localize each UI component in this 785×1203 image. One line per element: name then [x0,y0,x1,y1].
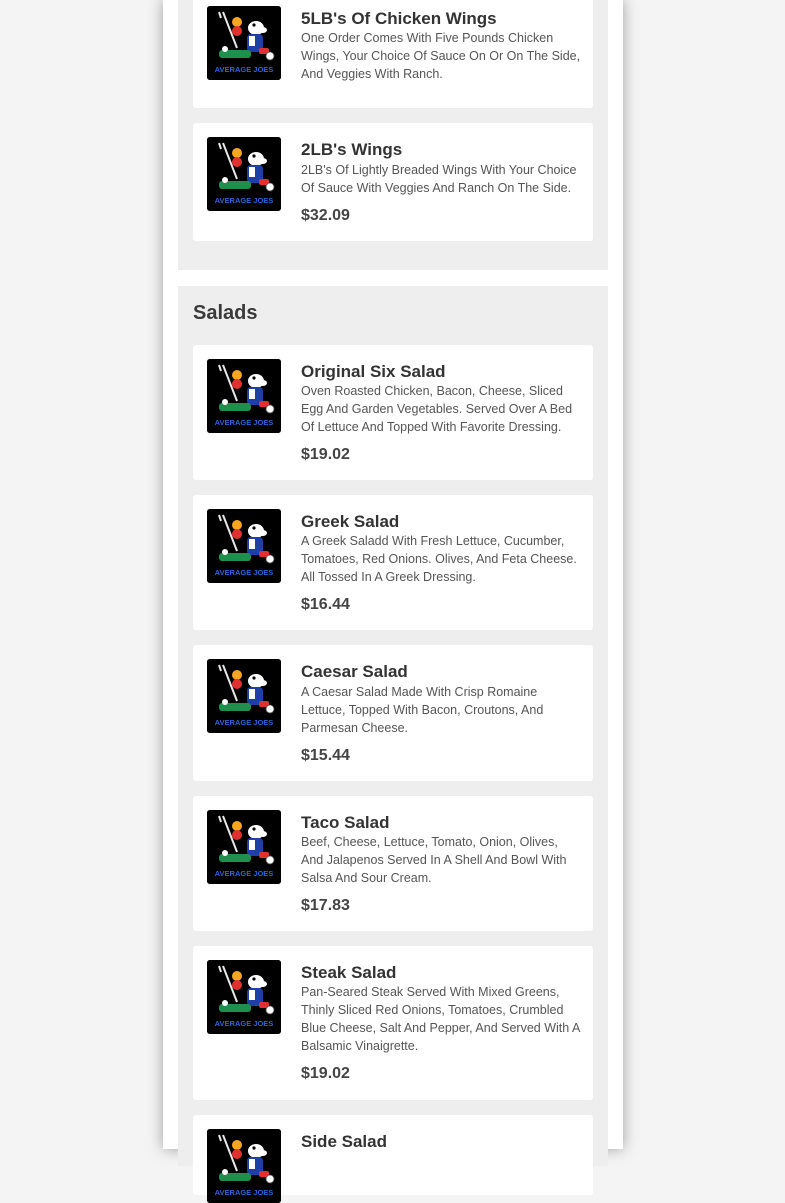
average-joes-logo-icon: AVERAGE JOES [207,359,281,433]
item-thumbnail: AVERAGE JOES [207,137,281,211]
item-name: Steak Salad [301,963,397,982]
svg-text:AVERAGE JOES: AVERAGE JOES [215,718,274,727]
item-thumbnail: AVERAGE JOES [207,810,281,884]
menu-section-wings: AVERAGE JOES 5LB's Of Chicken Wings One … [178,0,608,270]
item-price: $16.44 [301,596,350,613]
menu-item-card[interactable]: AVERAGE JOES Caesar Salad A Caesar Salad… [193,645,593,781]
svg-text:AVERAGE JOES: AVERAGE JOES [215,196,274,205]
average-joes-logo-icon: AVERAGE JOES [207,960,281,1034]
item-price: $19.02 [301,1065,350,1082]
item-description: 2LB's Of Lightly Breaded Wings With Your… [301,163,577,195]
section-title: Salads [193,302,258,324]
item-name: Greek Salad [301,512,400,531]
item-name: 5LB's Of Chicken Wings [301,9,497,28]
svg-text:AVERAGE JOES: AVERAGE JOES [215,418,274,427]
average-joes-logo-icon: AVERAGE JOES [207,137,281,211]
item-price: $19.02 [301,446,350,463]
item-thumbnail: AVERAGE JOES [207,1129,281,1203]
svg-text:AVERAGE JOES: AVERAGE JOES [215,869,274,878]
menu-item-card[interactable]: AVERAGE JOES Side Salad [193,1115,593,1203]
menu-item-card[interactable]: AVERAGE JOES Taco Salad Beef, Cheese, Le… [193,796,593,931]
menu-item-card[interactable]: AVERAGE JOES 5LB's Of Chicken Wings One … [193,0,593,108]
menu-item-card[interactable]: AVERAGE JOES Original Six Salad Oven Roa… [193,345,593,480]
item-price: $17.83 [301,897,350,914]
svg-text:AVERAGE JOES: AVERAGE JOES [215,1188,274,1197]
average-joes-logo-icon: AVERAGE JOES [207,810,281,884]
item-thumbnail: AVERAGE JOES [207,6,281,80]
svg-text:AVERAGE JOES: AVERAGE JOES [215,65,274,74]
item-description: Pan-Seared Steak Served With Mixed Green… [301,985,580,1053]
item-price: $15.44 [301,747,350,764]
item-name: Original Six Salad [301,362,446,381]
menu-page: AVERAGE JOES 5LB's Of Chicken Wings One … [163,0,623,1203]
item-description: Oven Roasted Chicken, Bacon, Cheese, Sli… [301,384,573,434]
item-thumbnail: AVERAGE JOES [207,659,281,733]
average-joes-logo-icon: AVERAGE JOES [207,1129,281,1203]
average-joes-logo-icon: AVERAGE JOES [207,6,281,80]
average-joes-logo-icon: AVERAGE JOES [207,659,281,733]
item-name: Side Salad [301,1132,387,1151]
item-price: $32.09 [301,207,350,224]
item-name: Caesar Salad [301,662,408,681]
menu-item-card[interactable]: AVERAGE JOES 2LB's Wings 2LB's Of Lightl… [193,123,593,241]
menu-item-card[interactable]: AVERAGE JOES Greek Salad A Greek Saladd … [193,495,593,630]
svg-text:AVERAGE JOES: AVERAGE JOES [215,1019,274,1028]
item-thumbnail: AVERAGE JOES [207,509,281,583]
average-joes-logo-icon: AVERAGE JOES [207,509,281,583]
item-thumbnail: AVERAGE JOES [207,960,281,1034]
item-description: A Greek Saladd With Fresh Lettuce, Cucum… [301,534,577,584]
menu-section-salads: Salads AVERAGE JOES Original Six Salad O… [178,286,608,1203]
item-name: Taco Salad [301,813,390,832]
item-description: A Caesar Salad Made With Crisp Romaine L… [301,685,544,735]
item-description: Beef, Cheese, Lettuce, Tomato, Onion, Ol… [301,835,567,885]
item-name: 2LB's Wings [301,140,403,159]
item-thumbnail: AVERAGE JOES [207,359,281,433]
item-description: One Order Comes With Five Pounds Chicken… [301,31,581,81]
menu-item-card[interactable]: AVERAGE JOES Steak Salad Pan-Seared Stea… [193,946,593,1100]
svg-text:AVERAGE JOES: AVERAGE JOES [215,568,274,577]
